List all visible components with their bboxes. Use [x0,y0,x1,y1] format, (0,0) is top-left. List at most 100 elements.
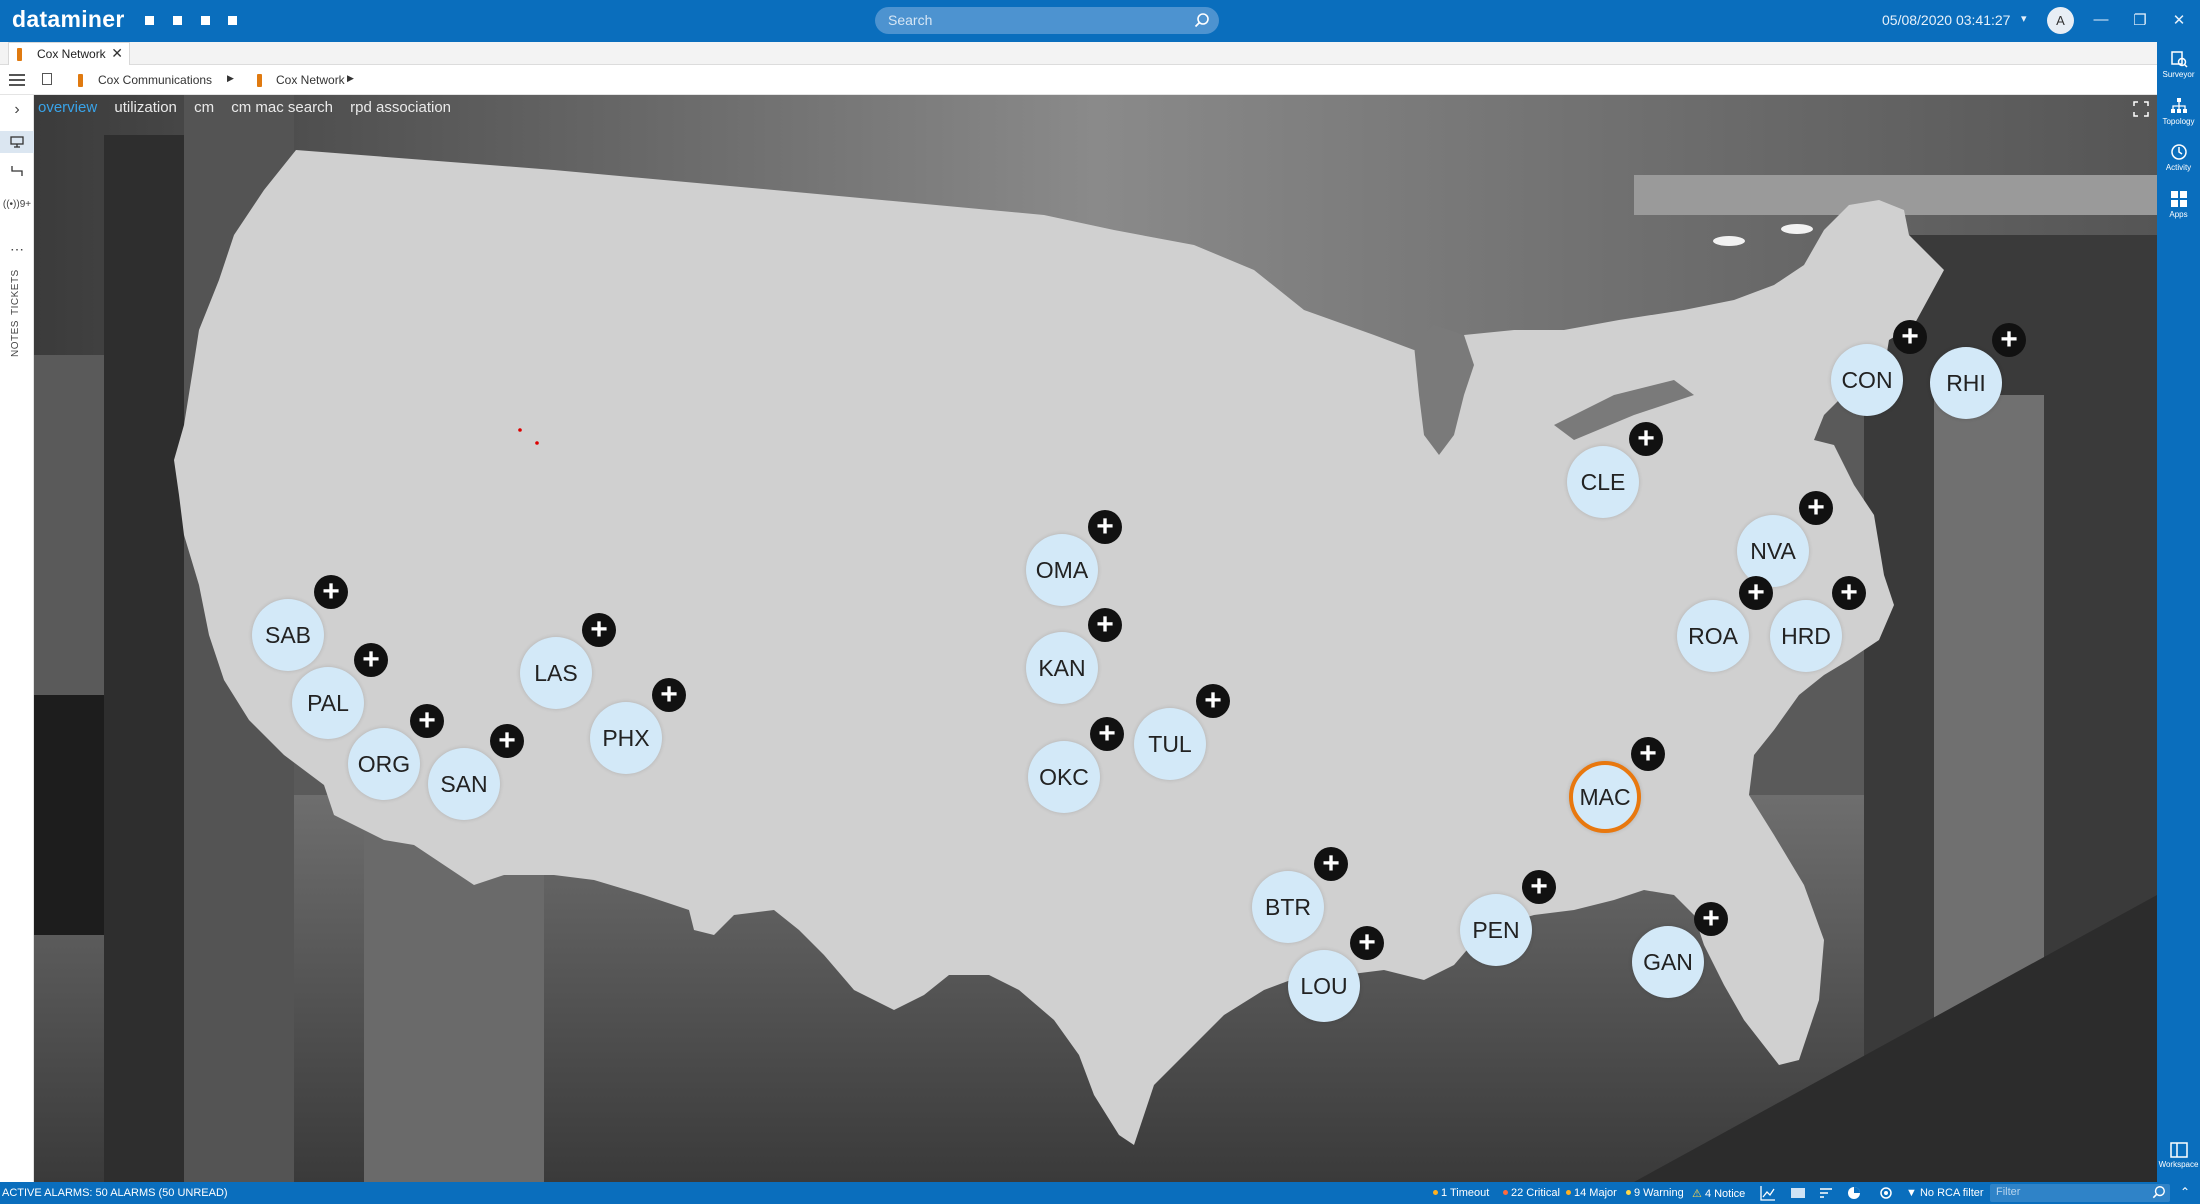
timeout-count[interactable]: 1 Timeout [1433,1187,1489,1199]
tickets-tab[interactable]: TICKETS [10,269,21,315]
site-bubble-tul[interactable]: TUL [1134,708,1206,780]
filter-input[interactable]: Filter [1990,1184,2170,1202]
expand-site-plus-icon[interactable]: + [1739,576,1773,610]
expand-site-plus-icon[interactable]: + [1314,847,1348,881]
tab-rpd-association[interactable]: rpd association [350,99,451,116]
title-bar: dataminer Search 05/08/2020 03:41:27 ▾ A… [0,0,2200,42]
chevron-up-icon[interactable]: ⌃ [2180,1185,2190,1199]
breadcrumb-item[interactable]: Cox Communications [98,73,212,87]
site-bubble-rhi[interactable]: RHI [1930,347,2002,419]
major-dot-icon [1566,1190,1571,1195]
expand-site-plus-icon[interactable]: + [1893,320,1927,354]
site-bubble-oma[interactable]: OMA [1026,534,1098,606]
chevron-right-icon[interactable]: ▶ [227,73,234,84]
activity-button[interactable]: Activity [2157,143,2200,172]
sort-icon[interactable] [1818,1185,1834,1201]
toolbar-dot-icon[interactable] [145,16,154,25]
expand-site-plus-icon[interactable]: + [1629,422,1663,456]
expand-site-plus-icon[interactable]: + [490,724,524,758]
list-view-icon[interactable] [1790,1185,1806,1201]
site-bubble-pal[interactable]: PAL [292,667,364,739]
workspace-button[interactable]: Workspace [2157,1142,2200,1169]
broadcast-icon: ((•)) [2,199,20,210]
site-bubble-mac-selected[interactable]: MAC [1569,761,1641,833]
site-bubble-hrd[interactable]: HRD [1770,600,1842,672]
chevron-down-icon[interactable]: ▾ [2021,12,2027,25]
avatar[interactable]: A [2047,7,2074,34]
topology-button[interactable]: Topology [2157,97,2200,126]
site-bubble-sab[interactable]: SAB [252,599,324,671]
site-bubble-phx[interactable]: PHX [590,702,662,774]
fullscreen-icon[interactable] [2133,101,2149,117]
tab-cm-mac-search[interactable]: cm mac search [231,99,333,116]
connector-icon[interactable] [0,165,34,180]
alarm-badge[interactable]: ((•))9+ [0,199,34,210]
site-bubble-btr[interactable]: BTR [1252,871,1324,943]
left-sidebar: › ((•))9+ ⋯ TICKETS NOTES [0,95,34,1182]
site-bubble-org[interactable]: ORG [348,728,420,800]
search-icon[interactable] [1194,12,1210,28]
site-bubble-lou[interactable]: LOU [1288,950,1360,1022]
major-count[interactable]: 14 Major [1566,1187,1617,1199]
funnel-icon: ▼ [1906,1187,1917,1199]
site-bubble-roa[interactable]: ROA [1677,600,1749,672]
site-bubble-gan[interactable]: GAN [1632,926,1704,998]
site-bubble-las[interactable]: LAS [520,637,592,709]
page-icon[interactable] [42,73,52,85]
tab-utilization[interactable]: utilization [114,99,177,116]
tab-cm[interactable]: cm [194,99,214,116]
expand-site-plus-icon[interactable]: + [1196,684,1230,718]
critical-count[interactable]: 22 Critical [1503,1187,1560,1199]
minimize-icon[interactable]: — [2092,11,2110,28]
site-bubble-cle[interactable]: CLE [1567,446,1639,518]
breadcrumb-item[interactable]: Cox Network [276,73,345,87]
search-icon[interactable] [2152,1185,2166,1199]
toolbar-dot-icon[interactable] [228,16,237,25]
expand-site-plus-icon[interactable]: + [1088,608,1122,642]
visual-overview: overview utilization cm cm mac search rp… [34,95,2157,1182]
surveyor-button[interactable]: Surveyor [2157,50,2200,79]
expand-site-plus-icon[interactable]: + [1090,717,1124,751]
notice-count[interactable]: ⚠ 4 Notice [1692,1187,1745,1200]
rca-filter[interactable]: ▼ No RCA filter [1906,1187,1984,1199]
expand-site-plus-icon[interactable]: + [354,643,388,677]
trend-icon[interactable] [1760,1185,1776,1201]
expand-site-plus-icon[interactable]: + [1992,323,2026,357]
active-alarms-text[interactable]: ACTIVE ALARMS: 50 ALARMS (50 UNREAD) [2,1187,228,1199]
warning-count[interactable]: 9 Warning [1626,1187,1684,1199]
expand-site-plus-icon[interactable]: + [1799,491,1833,525]
notes-tab[interactable]: NOTES [10,320,21,357]
tab-overview[interactable]: overview [38,99,97,116]
apps-button[interactable]: Apps [2157,190,2200,219]
pie-chart-icon[interactable] [1846,1185,1862,1201]
expand-site-plus-icon[interactable]: + [582,613,616,647]
expand-site-plus-icon[interactable]: + [1631,737,1665,771]
site-bubble-kan[interactable]: KAN [1026,632,1098,704]
expand-site-plus-icon[interactable]: + [652,678,686,712]
site-bubble-okc[interactable]: OKC [1028,741,1100,813]
expand-site-plus-icon[interactable]: + [1694,902,1728,936]
search-input[interactable]: Search [875,7,1219,34]
expand-site-plus-icon[interactable]: + [1522,870,1556,904]
toolbar-dot-icon[interactable] [201,16,210,25]
site-bubble-san[interactable]: SAN [428,748,500,820]
close-icon[interactable]: ✕ [2170,11,2188,29]
warning-triangle-icon: ⚠ [1692,1188,1702,1200]
more-icon[interactable]: ⋯ [0,241,34,258]
expand-site-plus-icon[interactable]: + [410,704,444,738]
expand-site-plus-icon[interactable]: + [1350,926,1384,960]
expand-site-plus-icon[interactable]: + [314,575,348,609]
site-bubble-con[interactable]: CON [1831,344,1903,416]
restore-icon[interactable]: ❐ [2131,11,2149,29]
tab-cox-network[interactable]: Cox Network ✕ [8,42,130,65]
expand-site-plus-icon[interactable]: + [1832,576,1866,610]
expand-icon[interactable]: › [0,101,34,119]
monitor-icon[interactable] [0,131,34,153]
toolbar-dot-icon[interactable] [173,16,182,25]
chevron-right-icon[interactable]: ▶ [347,73,354,84]
close-icon[interactable]: ✕ [111,45,123,62]
site-bubble-pen[interactable]: PEN [1460,894,1532,966]
focus-icon[interactable] [1878,1185,1894,1201]
expand-site-plus-icon[interactable]: + [1088,510,1122,544]
hamburger-menu-icon[interactable] [9,74,25,86]
